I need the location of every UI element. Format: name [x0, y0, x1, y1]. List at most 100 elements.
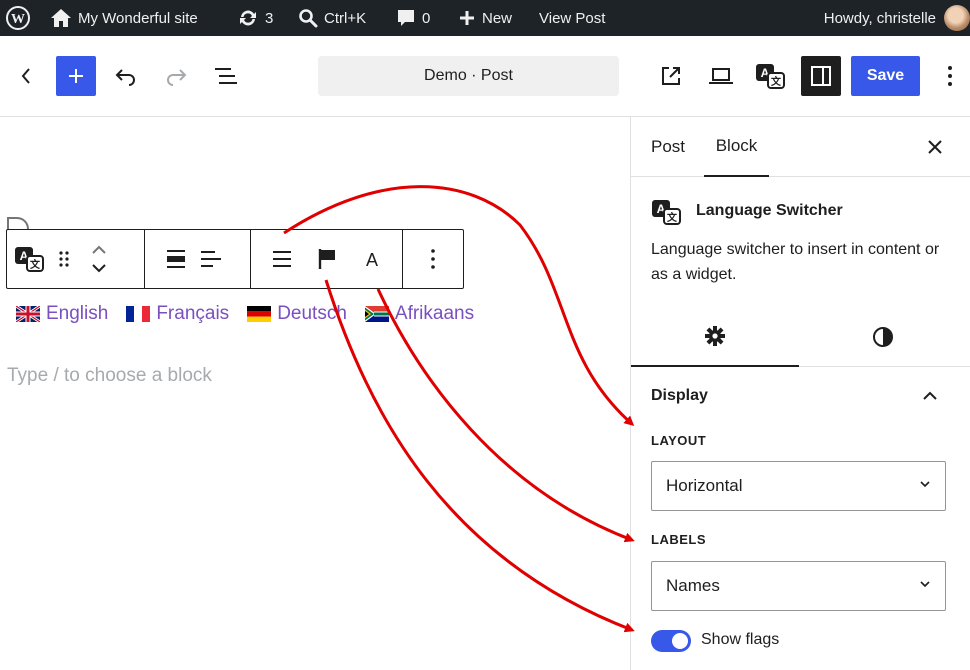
text-label-icon: A	[365, 250, 377, 268]
block-toolbar: A文 A	[6, 229, 464, 289]
home-icon	[51, 9, 71, 27]
block-options-button[interactable]	[416, 230, 451, 288]
germany-flag-icon	[247, 306, 272, 322]
display-panel-toggle[interactable]	[919, 385, 941, 407]
display-panel-title[interactable]: Display	[651, 387, 708, 405]
france-flag-icon	[126, 306, 151, 322]
chevron-up-icon	[923, 391, 937, 400]
options-button[interactable]	[938, 64, 962, 88]
labels-label: LABELS	[651, 532, 706, 547]
avatar[interactable]	[944, 5, 970, 31]
chevron-down-icon	[920, 581, 930, 588]
gear-icon	[705, 326, 725, 346]
language-item-english[interactable]: English	[16, 303, 108, 325]
new-label: New	[482, 9, 513, 27]
translation-icon: A文	[756, 64, 785, 89]
uk-flag-icon	[16, 306, 40, 322]
chevron-left-icon	[21, 68, 30, 84]
site-name: My Wonderful site	[78, 9, 198, 27]
drag-handle-icon	[58, 251, 69, 267]
updates-link[interactable]: 3	[237, 0, 273, 36]
block-type-button[interactable]: A文	[11, 230, 46, 288]
block-inserter-button[interactable]	[56, 56, 96, 96]
account-greeting[interactable]: Howdy, christelle	[824, 0, 936, 36]
translation-icon: A文	[652, 200, 681, 225]
language-plugin-button[interactable]: A文	[754, 62, 786, 90]
tab-post[interactable]: Post	[651, 117, 685, 177]
comments-link[interactable]: 0	[396, 0, 430, 36]
svg-text:W: W	[11, 12, 25, 27]
plus-icon	[69, 69, 83, 83]
labels-button[interactable]: A	[354, 230, 389, 288]
tab-block[interactable]: Block	[704, 117, 769, 177]
wordpress-logo-icon[interactable]: W	[6, 0, 30, 36]
svg-text:A: A	[365, 250, 377, 268]
block-placeholder[interactable]: Type / to choose a block	[7, 365, 212, 387]
toggle-knob	[672, 633, 688, 649]
drag-handle[interactable]	[46, 230, 81, 288]
command-palette-link[interactable]: Ctrl+K	[298, 0, 366, 36]
list-view-icon	[215, 68, 237, 84]
view-post-link[interactable]: View Post	[539, 0, 605, 36]
editor-header: Demo · Post A文 Save	[0, 36, 970, 117]
show-flags-toggle[interactable]	[651, 630, 691, 652]
block-card-title: Language Switcher	[696, 202, 843, 219]
svg-text:文: 文	[667, 211, 678, 224]
layout-button[interactable]	[264, 230, 299, 288]
sidebar-tabs: Post Block	[631, 117, 970, 177]
move-block-buttons[interactable]	[81, 230, 116, 288]
undo-icon	[115, 69, 135, 86]
undo-button[interactable]	[112, 62, 140, 90]
justify-left-button[interactable]	[193, 230, 228, 288]
back-button[interactable]	[14, 64, 38, 88]
plus-icon	[460, 11, 474, 25]
view-post-button[interactable]	[659, 64, 683, 88]
document-title-bar[interactable]: Demo · Post	[318, 56, 619, 96]
updates-icon	[240, 10, 256, 26]
comment-icon	[398, 10, 414, 26]
site-name-link[interactable]: My Wonderful site	[50, 0, 198, 36]
language-list: English Français Deutsch Afrikaans	[16, 303, 474, 325]
layout-select[interactable]: Horizontal	[651, 461, 946, 511]
sidebar-icon	[811, 66, 831, 86]
new-content-link[interactable]: New	[458, 0, 512, 36]
layout-select-value: Horizontal	[666, 476, 743, 495]
chevron-down-icon	[91, 264, 106, 273]
labels-select-value: Names	[666, 576, 720, 595]
external-link-icon	[662, 67, 680, 85]
justify-center-button[interactable]	[158, 230, 193, 288]
document-title: Demo · Post	[424, 67, 513, 84]
svg-text:文: 文	[771, 75, 782, 88]
updates-count: 3	[265, 9, 274, 27]
desktop-icon	[709, 68, 733, 84]
flag-icon	[318, 249, 335, 269]
show-flags-button[interactable]	[309, 230, 344, 288]
language-item-german[interactable]: Deutsch	[247, 303, 347, 325]
svg-text:文: 文	[30, 258, 41, 271]
settings-sidebar-toggle[interactable]	[801, 56, 841, 96]
save-button[interactable]: Save	[851, 56, 920, 96]
search-shortcut: Ctrl+K	[324, 9, 367, 27]
more-vertical-icon	[948, 66, 952, 86]
document-overview-button[interactable]	[212, 62, 240, 90]
search-icon	[299, 9, 318, 28]
redo-button[interactable]	[162, 62, 190, 90]
settings-sidebar: Post Block A文 Language Switcher Language…	[630, 117, 970, 670]
menu-icon	[272, 251, 291, 267]
chevron-up-icon	[91, 245, 106, 254]
close-sidebar-button[interactable]	[923, 135, 947, 159]
align-left-icon	[200, 251, 221, 267]
comments-count: 0	[422, 9, 431, 27]
language-item-french[interactable]: Français	[126, 303, 229, 325]
chevron-down-icon	[920, 481, 930, 488]
language-item-afrikaans[interactable]: Afrikaans	[364, 303, 474, 325]
editor-canvas[interactable]: A文 A English Français Deutsch Afrikaans …	[0, 117, 630, 670]
show-flags-label: Show flags	[701, 631, 780, 648]
preview-button[interactable]	[707, 64, 735, 88]
contrast-icon	[873, 327, 893, 347]
tab-styles[interactable]	[799, 307, 967, 367]
labels-select[interactable]: Names	[651, 561, 946, 611]
redo-icon	[167, 69, 187, 86]
justify-center-icon	[166, 250, 185, 268]
tab-settings[interactable]	[631, 307, 799, 367]
